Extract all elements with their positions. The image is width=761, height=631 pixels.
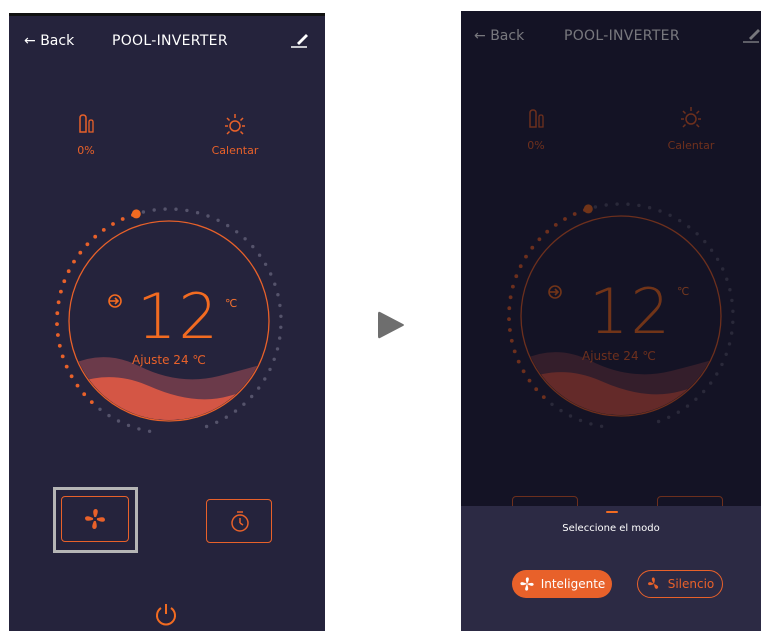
dial-tick-dot: [185, 208, 189, 213]
dial-tick-dot: [62, 279, 67, 284]
dial-tick-dot: [93, 234, 98, 239]
dial-tick-dot: [272, 357, 276, 361]
mode-option-silencio[interactable]: Silencio: [637, 570, 723, 598]
dial-tick-dot: [57, 343, 62, 348]
dial-tick-dot: [269, 272, 273, 276]
timer-button[interactable]: [206, 499, 272, 543]
dial-tick-dot: [55, 311, 60, 316]
dial-tick-dot: [279, 314, 283, 318]
dial-tick-dot: [75, 383, 80, 388]
dial-tick-dot: [251, 244, 255, 249]
page-title: POOL-INVERTER: [112, 33, 228, 49]
dial-tick-dot: [56, 300, 61, 305]
dial-tick-dot: [276, 293, 280, 297]
dial-tick-dot: [152, 208, 156, 212]
dial-tick-dot: [141, 210, 146, 214]
dial-tick-dot: [224, 415, 228, 419]
dial-tick-dot: [137, 427, 141, 431]
dial-tick-dot: [98, 407, 102, 411]
tank-level-value: 0%: [77, 144, 95, 157]
inlet-icon: [108, 294, 122, 308]
dial-tick-dot: [275, 347, 280, 351]
sheet-handle[interactable]: [606, 511, 618, 513]
fan-icon: [85, 509, 105, 529]
dial-tick-dot: [72, 259, 76, 264]
dial-tick-dot: [82, 392, 87, 397]
back-button[interactable]: ← Back: [24, 33, 74, 49]
dial-tick-dot: [226, 223, 230, 228]
dial-tick-dot: [263, 377, 267, 381]
edit-icon[interactable]: [289, 30, 311, 50]
dial-tick-dot: [55, 322, 59, 326]
dial-tick-dot: [195, 211, 200, 215]
current-temperature: 12: [137, 280, 220, 353]
dial-tick-dot: [216, 218, 220, 222]
quiet-fan-icon: [647, 577, 658, 589]
dial-knob[interactable]: [131, 209, 141, 219]
app-header: ← Back POOL-INVERTER: [9, 16, 325, 66]
dial-tick-dot: [163, 207, 167, 211]
dial-tick-dot: [64, 364, 69, 369]
dial-tick-dot: [78, 250, 83, 255]
dial-tick-dot: [279, 325, 283, 329]
dial-tick-dot: [233, 409, 238, 413]
dial-tick-dot: [257, 253, 262, 257]
dial-tick-dot: [59, 289, 63, 294]
mode-option-inteligente[interactable]: Inteligente: [512, 570, 612, 598]
dial-tick-dot: [56, 333, 60, 337]
sheet-title: Seleccione el modo: [562, 523, 660, 534]
dial-tick-dot: [107, 413, 111, 418]
dial-tick-dot: [206, 214, 210, 218]
dial-tick-dot: [242, 402, 246, 406]
timer-icon: [231, 511, 249, 532]
play-arrow-icon: [378, 311, 404, 339]
dial-tick-dot: [69, 374, 74, 379]
dial-tick-dot: [273, 282, 277, 286]
dial-tick-dot: [60, 354, 65, 359]
dial-tick-dot: [215, 420, 219, 424]
dial-tick-dot: [66, 269, 71, 274]
setpoint-label: Ajuste 24 ℃: [132, 353, 206, 367]
dial-tick-dot: [263, 262, 268, 266]
mode-button[interactable]: [61, 496, 129, 542]
dial-tick-dot: [111, 222, 115, 226]
power-icon[interactable]: [153, 601, 179, 627]
water-tank-icon: [79, 114, 94, 133]
sun-icon: [225, 114, 245, 135]
screen-mode-select: ← Back POOL-INVERTER 0% Calentar 12 ℃ Aj…: [461, 11, 761, 631]
dial-tick-dot: [174, 207, 178, 211]
dial-tick-dot: [147, 429, 152, 433]
back-arrow-icon: ←: [24, 33, 36, 49]
dial-tick-dot: [235, 230, 239, 234]
fan-icon: [520, 577, 534, 591]
dial-tick-dot: [101, 228, 106, 232]
dial-tick-dot: [268, 367, 272, 372]
screen-main: ← Back POOL-INVERTER 0% Calentar 12 ℃ Aj…: [9, 13, 325, 631]
mode-selection-sheet: Seleccione el modo Inteligente Silencio: [461, 506, 761, 631]
dial-tick-dot: [126, 423, 131, 428]
dial-tick-dot: [257, 386, 261, 390]
dial-tick-dot: [89, 400, 94, 404]
dial-tick-dot: [278, 303, 282, 308]
dial-tick-dot: [85, 242, 90, 247]
dial-tick-dot: [120, 217, 125, 221]
dial-tick-dot: [116, 419, 121, 423]
dial-tick-dot: [250, 394, 254, 399]
mode-label: Calentar: [211, 144, 259, 157]
temperature-unit: ℃: [225, 297, 238, 310]
dial-tick-dot: [278, 336, 282, 340]
dial-tick-dot: [243, 237, 247, 241]
dial-tick-dot: [204, 424, 209, 429]
